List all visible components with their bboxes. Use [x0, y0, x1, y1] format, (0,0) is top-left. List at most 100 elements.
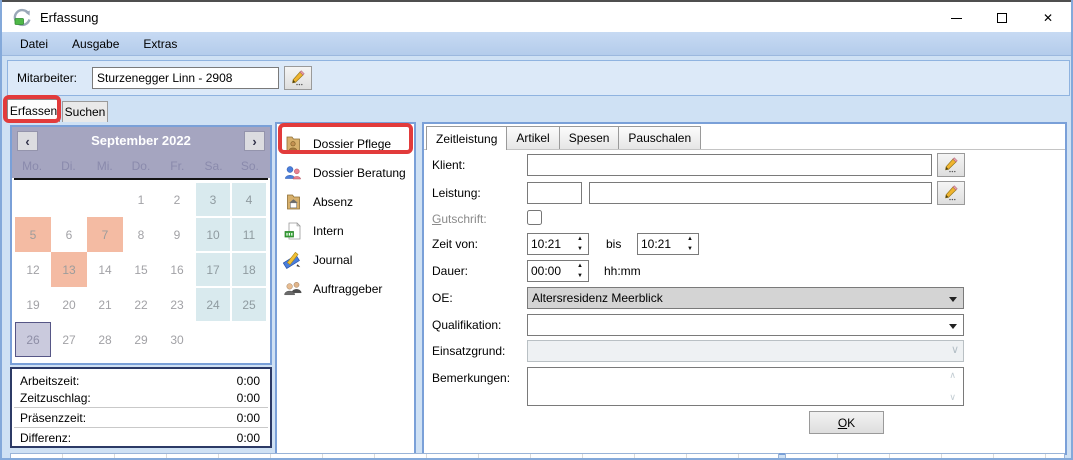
calendar-day-headers: Mo. Di. Mi. Do. Fr. Sa. So. [14, 156, 268, 176]
summary-row-arbeitszeit: Arbeitszeit: 0:00 [12, 372, 270, 389]
tab-pauschalen[interactable]: Pauschalen [618, 126, 701, 149]
menu-bar: Datei Ausgabe Extras [2, 32, 1071, 56]
calendar-day[interactable]: 28 [87, 322, 123, 357]
calendar-empty-cell [195, 322, 231, 357]
calendar-day[interactable]: 10 [195, 217, 231, 252]
category-item-journal[interactable]: Journal [277, 245, 414, 274]
scroll-down-icon[interactable]: ∨ [949, 392, 956, 403]
calendar-day-selected[interactable]: 26 [15, 322, 51, 357]
scroll-up-icon[interactable]: ∧ [949, 370, 956, 381]
menu-item-extras[interactable]: Extras [133, 34, 187, 54]
category-panel: Dossier Pflege Dossier Beratung [275, 122, 416, 455]
calendar-day[interactable]: 22 [123, 287, 159, 322]
leistung-label: Leistung: [432, 186, 481, 200]
menu-item-datei[interactable]: Datei [10, 34, 58, 54]
tab-zeitleistung[interactable]: Zeitleistung [426, 126, 507, 150]
calendar-day[interactable]: 20 [51, 287, 87, 322]
calendar-day[interactable]: 11 [231, 217, 267, 252]
calendar-day[interactable]: 23 [159, 287, 195, 322]
calendar-empty-cell [51, 182, 87, 217]
calendar-day[interactable]: 14 [87, 252, 123, 287]
dauer-input[interactable] [528, 261, 572, 281]
category-item-absenz[interactable]: Absenz [277, 187, 414, 216]
calendar-day[interactable]: 6 [51, 217, 87, 252]
zeit-bis-input[interactable] [638, 234, 682, 254]
close-button[interactable]: ✕ [1025, 2, 1071, 34]
maximize-button[interactable] [979, 2, 1025, 34]
leistung-text-input[interactable] [589, 182, 932, 204]
category-item-auftraggeber[interactable]: Auftraggeber [277, 274, 414, 303]
summary-row-differenz: Differenz: 0:00 [12, 429, 270, 446]
leistung-edit-button[interactable] [937, 181, 965, 205]
calendar-day[interactable]: 3 [195, 182, 231, 217]
category-label: Absenz [313, 195, 353, 209]
calendar-day[interactable]: 1 [123, 182, 159, 217]
close-icon: ✕ [1043, 11, 1053, 25]
calendar-day[interactable]: 25 [231, 287, 267, 322]
zeit-von-up-button[interactable]: ▲ [572, 234, 588, 244]
dauer-down-button[interactable]: ▼ [572, 271, 588, 281]
zeit-von-spinner: ▲ ▼ [527, 233, 589, 255]
calendar-day[interactable]: 15 [123, 252, 159, 287]
maximize-icon [997, 13, 1007, 23]
klient-input[interactable] [527, 154, 932, 176]
calendar-day[interactable]: 4 [231, 182, 267, 217]
minimize-button[interactable] [933, 2, 979, 34]
bis-label: bis [606, 237, 621, 251]
calendar-day[interactable]: 12 [15, 252, 51, 287]
tab-spesen[interactable]: Spesen [559, 126, 620, 149]
calendar-day[interactable]: 17 [195, 252, 231, 287]
category-item-intern[interactable]: Intern [277, 216, 414, 245]
category-label: Dossier Beratung [313, 166, 406, 180]
calendar-day[interactable]: 24 [195, 287, 231, 322]
mitarbeiter-input[interactable] [92, 67, 279, 89]
zeit-von-down-button[interactable]: ▼ [572, 244, 588, 254]
calendar-day[interactable]: 29 [123, 322, 159, 357]
spinner-down-icon: ▼ [687, 246, 693, 252]
calendar-day[interactable]: 21 [87, 287, 123, 322]
calendar-day[interactable]: 18 [231, 252, 267, 287]
tab-erfassen[interactable]: Erfassen [7, 99, 60, 122]
leistung-code-input[interactable] [527, 182, 582, 204]
calendar-next-button[interactable]: › [244, 131, 265, 151]
calendar-day[interactable]: 27 [51, 322, 87, 357]
klient-edit-button[interactable] [937, 153, 965, 177]
calendar-day[interactable]: 8 [123, 217, 159, 252]
menu-item-ausgabe[interactable]: Ausgabe [62, 34, 129, 54]
summary-value: 0:00 [237, 391, 260, 405]
calendar-empty-cell [231, 322, 267, 357]
bemerkungen-textarea[interactable] [527, 367, 964, 406]
qualifikation-combo[interactable] [527, 314, 964, 336]
calendar-divider [14, 178, 268, 180]
ok-button[interactable]: OK [809, 411, 884, 434]
detail-tabs-baseline [424, 149, 1065, 150]
hhmm-label: hh:mm [604, 264, 641, 278]
category-item-dossier-pflege[interactable]: Dossier Pflege [277, 129, 414, 158]
dauer-up-button[interactable]: ▲ [572, 261, 588, 271]
zeit-von-input[interactable] [528, 234, 572, 254]
tab-artikel[interactable]: Artikel [506, 126, 559, 149]
calendar-day[interactable]: 13 [51, 252, 87, 287]
calendar-day[interactable]: 7 [87, 217, 123, 252]
calendar-day[interactable]: 5 [15, 217, 51, 252]
zeit-bis-down-button[interactable]: ▼ [682, 244, 698, 254]
day-header: So. [232, 156, 268, 176]
oe-combo[interactable]: Altersresidenz Meerblick [527, 287, 964, 309]
calendar-day[interactable]: 16 [159, 252, 195, 287]
window-title: Erfassung [40, 10, 99, 25]
mitarbeiter-edit-button[interactable] [284, 66, 312, 90]
calendar-day[interactable]: 9 [159, 217, 195, 252]
tab-suchen[interactable]: Suchen [62, 101, 108, 122]
app-icon [12, 7, 32, 27]
category-item-dossier-beratung[interactable]: Dossier Beratung [277, 158, 414, 187]
calendar-day[interactable]: 30 [159, 322, 195, 357]
zeit-bis-spinner: ▲ ▼ [637, 233, 699, 255]
pencil-icon [289, 70, 307, 86]
zeit-bis-up-button[interactable]: ▲ [682, 234, 698, 244]
summary-value: 0:00 [237, 411, 260, 425]
gutschrift-checkbox[interactable] [527, 210, 542, 225]
calendar-day[interactable]: 19 [15, 287, 51, 322]
summary-row-praesenzzeit: Präsenzzeit: 0:00 [12, 409, 270, 426]
calendar-day[interactable]: 2 [159, 182, 195, 217]
calendar-panel: ‹ September 2022 › Mo. Di. Mi. Do. Fr. S… [10, 125, 272, 365]
